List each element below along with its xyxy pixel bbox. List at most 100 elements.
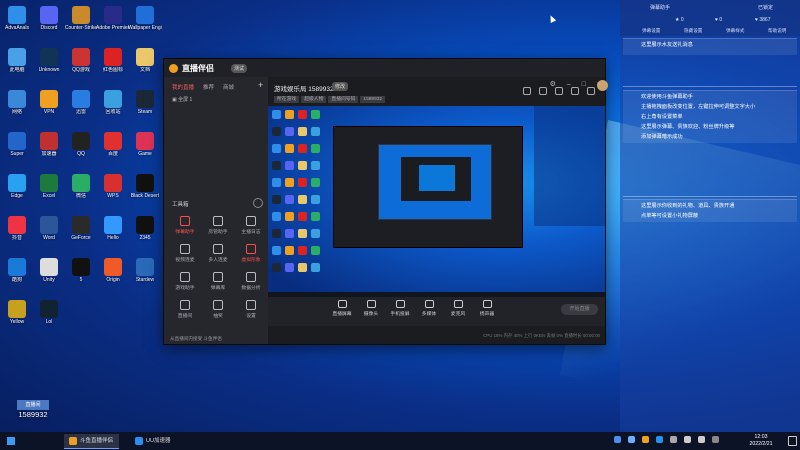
tool-button[interactable]: 视频连麦 (168, 242, 202, 268)
system-clock[interactable]: 12:03 2022/2/21 (738, 434, 784, 448)
tool-button[interactable]: 主播日志 (234, 214, 268, 240)
desktop-icon[interactable]: Stardew (128, 256, 162, 294)
desktop-icon[interactable]: Black Desert (128, 172, 162, 210)
source-button[interactable]: 手机投屏 (388, 300, 412, 317)
taskbar-app-button[interactable]: 斗鱼直播伴侣 (64, 434, 120, 449)
desktop-icon-label: QQ游戏 (72, 67, 90, 73)
tool-button[interactable]: 直播间 (168, 298, 202, 324)
desktop-icon[interactable]: Origin (96, 256, 130, 294)
desktop-icon[interactable]: 加速器 (32, 130, 66, 168)
desktop-icon[interactable]: QQ游戏 (64, 46, 98, 84)
tray-douyu-icon[interactable] (641, 436, 649, 443)
toolbox-collapse-icon[interactable] (253, 198, 263, 208)
desktop-icon[interactable]: Yellow (0, 298, 34, 336)
desktop-icon[interactable]: 迅雷 (64, 88, 98, 126)
desktop-icon[interactable]: GeForce (64, 214, 98, 252)
app-icon (8, 300, 26, 318)
add-scene-icon[interactable]: + (258, 80, 263, 90)
tool-button[interactable]: 数据分析 (234, 270, 268, 296)
desktop-icon[interactable]: 2345 (128, 214, 162, 252)
desktop-icon[interactable]: 酷狗 (0, 256, 34, 294)
desktop-icon[interactable]: VPN (32, 88, 66, 126)
source-button[interactable]: 摄像头 (359, 300, 383, 317)
desktop-icon[interactable]: AdvaAnals (0, 4, 34, 42)
panel-tab[interactable]: 弹幕样式 (726, 28, 744, 34)
desktop-icon[interactable]: 回收站 (96, 88, 130, 126)
edit-room-badge[interactable]: 修改 (332, 82, 349, 91)
desktop-icon[interactable]: Excel (32, 172, 66, 210)
preview-mini-icon (298, 127, 307, 136)
source-icon (337, 300, 347, 308)
refresh-icon[interactable] (554, 87, 563, 95)
desktop-icon[interactable]: WPS (96, 172, 130, 210)
desktop-icon[interactable]: Hello (96, 214, 130, 252)
desktop-icon-label: Yellow (9, 319, 25, 325)
tool-button[interactable]: 多人连麦 (201, 242, 235, 268)
tray-network-icon[interactable] (683, 436, 691, 443)
tool-label: 虚拟形象 (241, 258, 261, 263)
version-badge[interactable]: 测试 (231, 64, 248, 73)
tool-button[interactable]: 弹幕库 (201, 270, 235, 296)
gift-list-block: 这里展示你收到的礼物、道具、贵族开通 点单等可设置小礼物屏蔽 (623, 199, 797, 222)
desktop-icon[interactable]: Steam (128, 88, 162, 126)
desktop-icon[interactable]: 红色图标 (96, 46, 130, 84)
panel-lock-button[interactable]: 已锁定 (758, 4, 773, 11)
desktop-icon[interactable]: 百度 (96, 130, 130, 168)
layout-icon[interactable] (523, 87, 531, 95)
sidebar-tab[interactable]: 商城 (223, 85, 234, 91)
tray-ime-icon[interactable] (711, 436, 719, 443)
tool-button[interactable]: 虚拟形象 (234, 242, 268, 268)
desktop-icon[interactable]: Game (128, 130, 162, 168)
desktop-icon[interactable]: 5 (64, 256, 98, 294)
tool-button[interactable]: 弹幕助手 (168, 214, 202, 240)
source-button[interactable]: 扬声器 (475, 300, 499, 317)
tray-shield-icon[interactable] (614, 436, 621, 443)
start-live-button[interactable]: 开始直播 (561, 304, 598, 315)
scene-label: 全屏 1 (178, 97, 193, 103)
tray-chevron-icon[interactable] (669, 436, 677, 443)
panel-tab[interactable]: 隐藏设置 (684, 28, 702, 34)
notification-icon[interactable] (788, 436, 797, 446)
share-icon[interactable] (586, 87, 595, 95)
desktop-icon[interactable]: 网络 (0, 88, 34, 126)
tray-uu-icon[interactable] (655, 436, 663, 443)
source-button[interactable]: 多媒体 (417, 300, 441, 317)
desktop-icon-label: Game (138, 151, 152, 157)
desktop-icon[interactable]: Counter-Strike (64, 4, 98, 42)
desktop-icon[interactable]: QQ (64, 130, 98, 168)
sidebar-tab[interactable]: 推荐 (203, 85, 214, 91)
desktop-icon[interactable]: Super (0, 130, 34, 168)
desktop-icon[interactable]: 文档 (128, 46, 162, 84)
desktop-icon[interactable]: 抖音 (0, 214, 34, 252)
source-button[interactable]: 麦克风 (446, 300, 470, 317)
taskbar-app-button[interactable]: UU加速器 (130, 434, 176, 448)
tool-button[interactable]: 游戏助手 (168, 270, 202, 296)
desktop-icon[interactable]: Edge (0, 172, 34, 210)
desktop-icon[interactable]: Unity (32, 256, 66, 294)
stream-preview[interactable] (268, 106, 605, 297)
sidebar-tab[interactable]: 我的直播 (172, 85, 194, 91)
panel-tab[interactable]: 弹幕设置 (642, 28, 660, 34)
tool-label: 视频连麦 (175, 258, 195, 263)
source-button[interactable]: 直播屏幕 (330, 300, 354, 317)
desktop-icon[interactable]: 此电脑 (0, 46, 34, 84)
fullscreen-icon[interactable] (570, 87, 579, 95)
tool-button[interactable]: 房管助手 (201, 214, 235, 240)
app-icon (104, 132, 122, 150)
desktop-icon[interactable]: Unknown (32, 46, 66, 84)
desktop-icon[interactable]: Adobe Premiere (96, 4, 130, 42)
desktop-icon[interactable]: Lol (32, 298, 66, 336)
desktop-icon[interactable]: Word (32, 214, 66, 252)
preview-mini-icon (272, 246, 281, 255)
tool-button[interactable]: 设置 (234, 298, 268, 324)
desktop-icon[interactable]: Discord (32, 4, 66, 42)
tool-button[interactable]: 抽奖 (201, 298, 235, 324)
desktop-icon[interactable]: 微信 (64, 172, 98, 210)
lock-icon[interactable] (538, 87, 547, 95)
panel-tab[interactable]: 帮助说明 (768, 28, 786, 34)
tray-volume-icon[interactable] (697, 436, 705, 443)
desktop-icon[interactable]: Wallpaper Engine (128, 4, 162, 42)
windows-start-icon[interactable] (7, 437, 15, 445)
tray-app-icon[interactable] (627, 436, 635, 443)
scene-item[interactable]: ▣ 全屏 1 (172, 96, 192, 103)
